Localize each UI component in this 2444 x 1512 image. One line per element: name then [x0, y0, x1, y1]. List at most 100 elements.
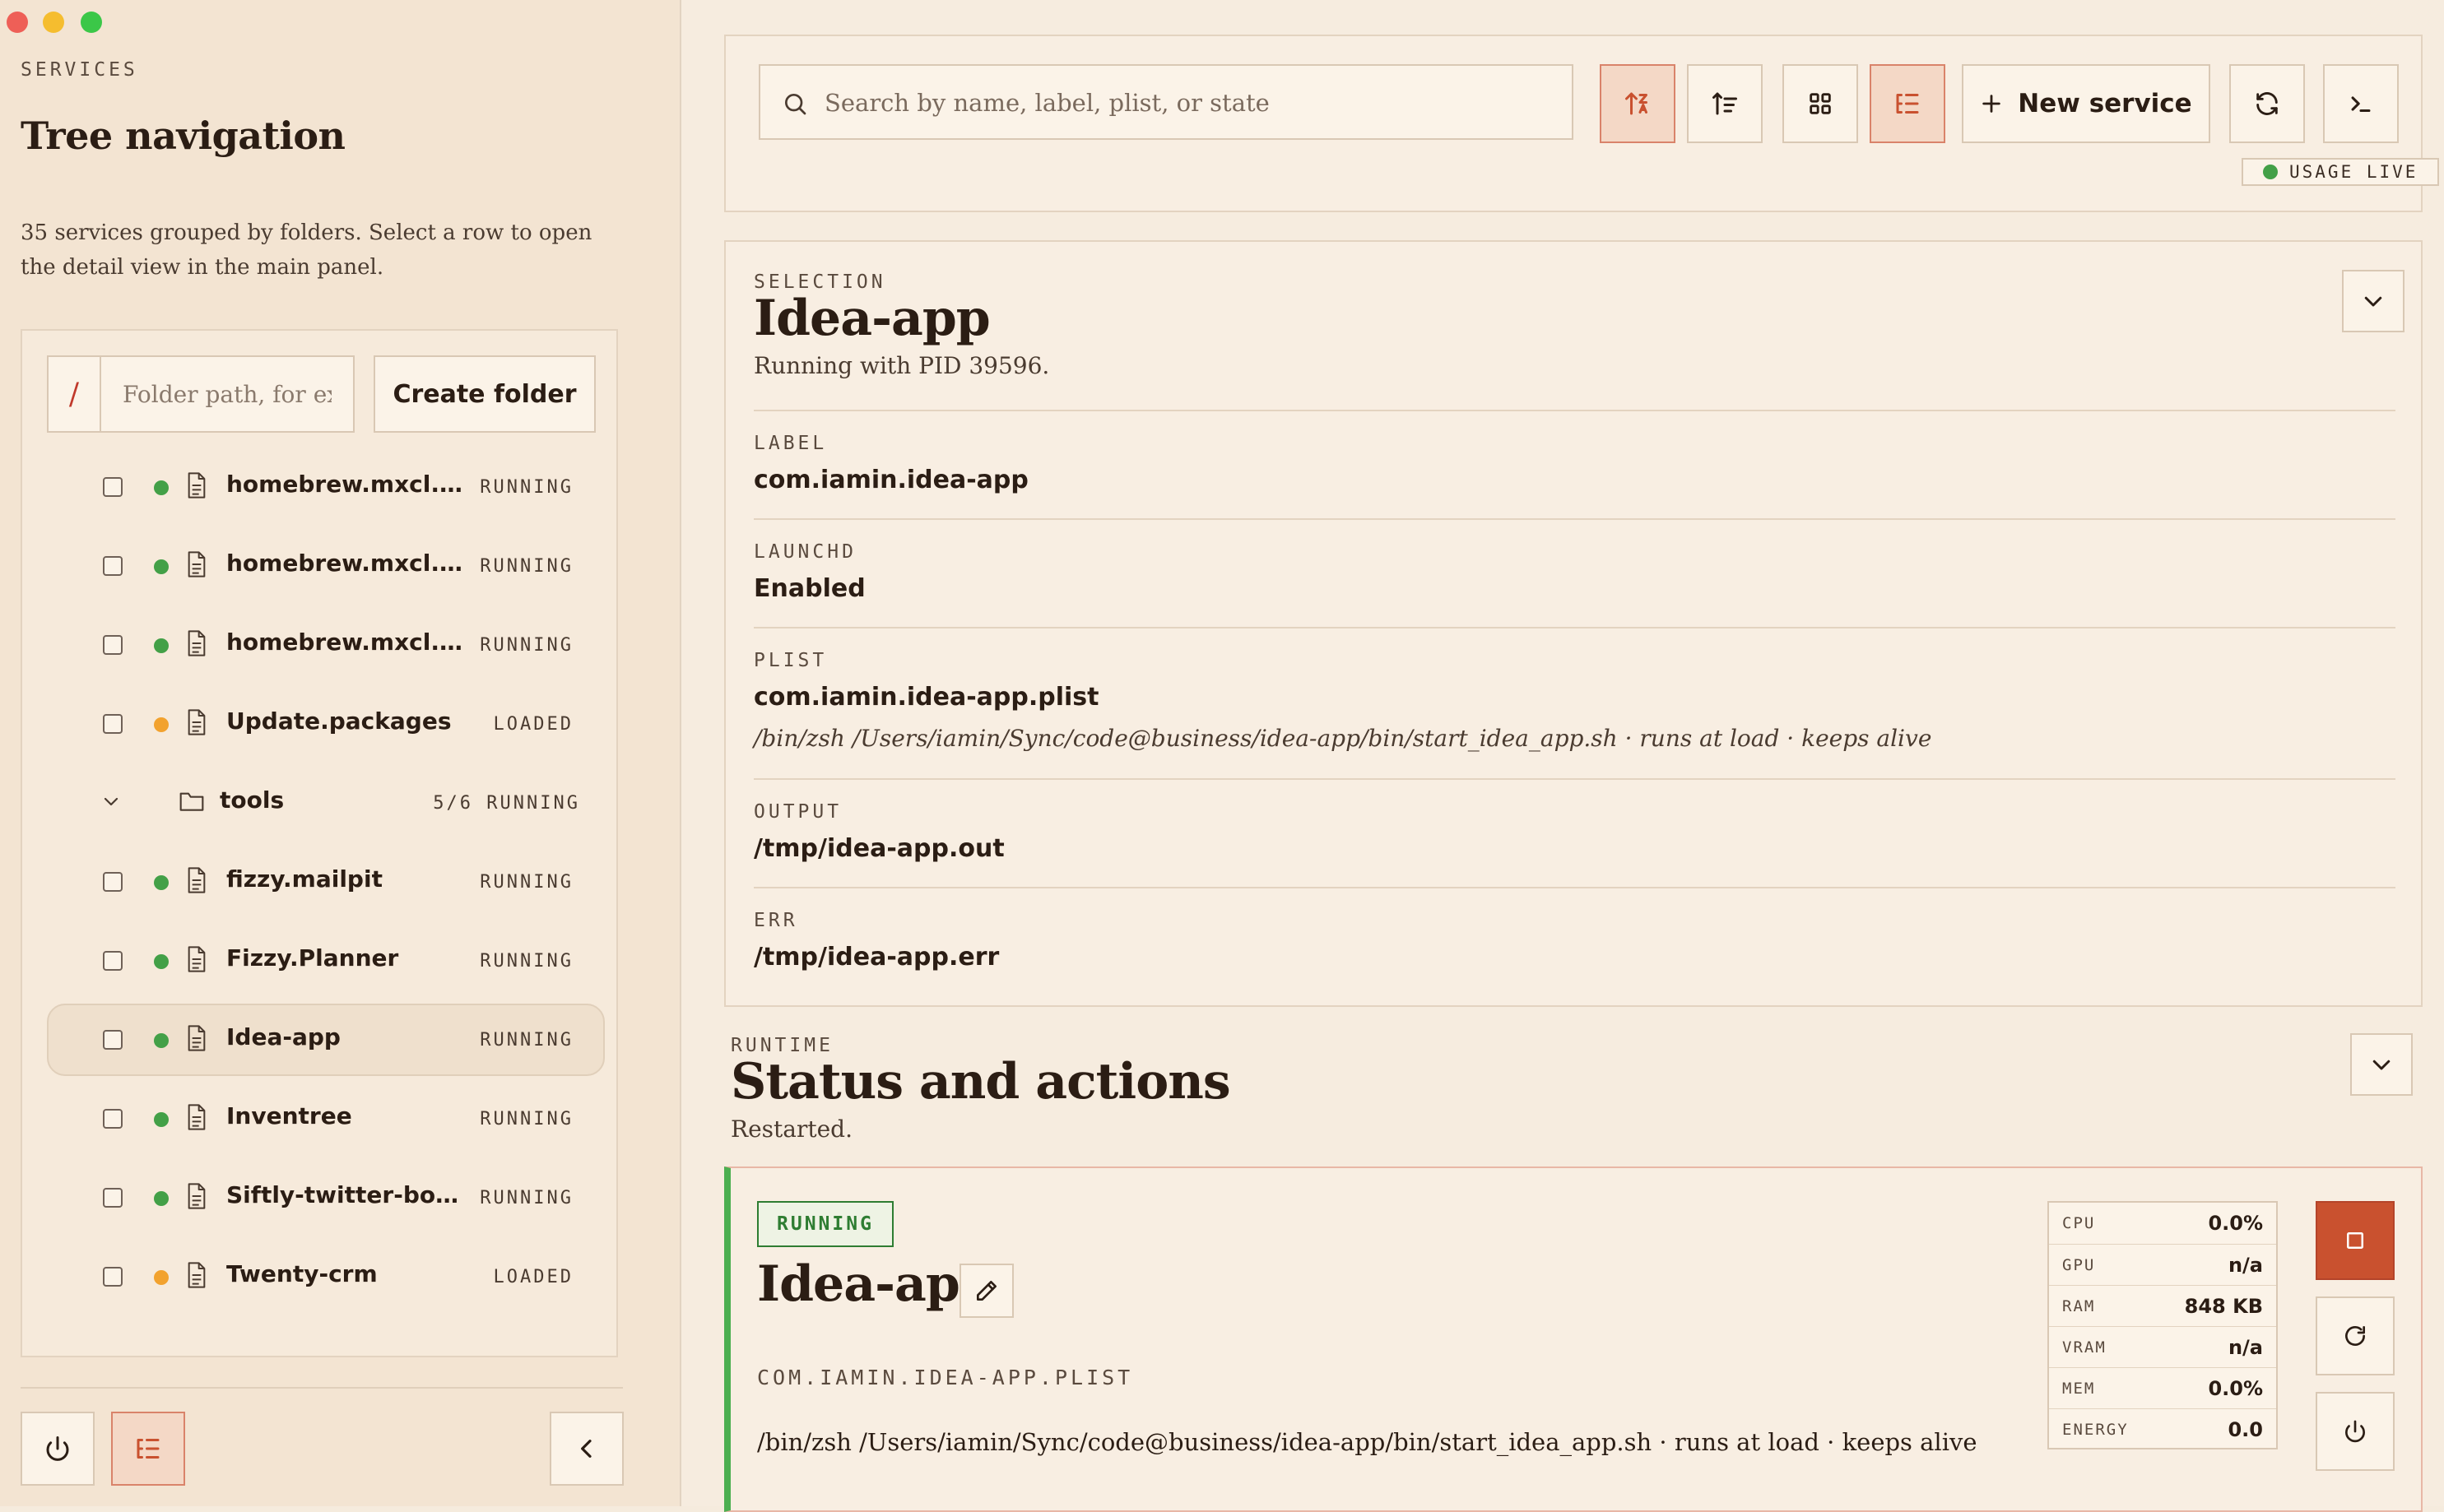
- status-dot-icon: [154, 1270, 169, 1285]
- metric-name: MEM: [2062, 1379, 2096, 1398]
- grid-view-button[interactable]: [1782, 64, 1858, 143]
- power-button[interactable]: [21, 1412, 95, 1486]
- sort-az-button[interactable]: [1600, 64, 1675, 143]
- tree-service-row[interactable]: Siftly-twitter-boo... RUNNING: [47, 1162, 605, 1234]
- status-card: RUNNING Idea-app COM.IAMIN.IDEA-APP.PLIS…: [724, 1166, 2423, 1512]
- row-checkbox[interactable]: [103, 1109, 123, 1129]
- zoom-window-button[interactable]: [81, 12, 102, 33]
- err-value: /tmp/idea-app.err: [754, 943, 1000, 972]
- service-state: RUNNING: [480, 1188, 574, 1208]
- status-dot-icon: [154, 1191, 169, 1206]
- output-value: /tmp/idea-app.out: [754, 834, 1005, 863]
- metric-value: n/a: [2228, 1253, 2263, 1277]
- status-dot-icon: [154, 954, 169, 969]
- refresh-icon: [2256, 92, 2278, 115]
- tree-service-row[interactable]: Twenty-crm LOADED: [47, 1241, 605, 1313]
- plist-value: com.iamin.idea-app.plist: [754, 683, 1099, 712]
- row-checkbox[interactable]: [103, 951, 123, 971]
- row-checkbox[interactable]: [103, 1030, 123, 1050]
- usage-live-label: USAGE LIVE: [2289, 162, 2418, 182]
- service-name: Inventree: [226, 1102, 352, 1129]
- tree-service-row[interactable]: fizzy.mailpit RUNNING: [47, 846, 605, 918]
- search-box[interactable]: [759, 64, 1573, 140]
- metric-row: ENERGY 0.0: [2049, 1408, 2276, 1449]
- plist-field: PLIST com.iamin.idea-app.plist /bin/zsh …: [754, 650, 2395, 752]
- row-checkbox[interactable]: [103, 477, 123, 497]
- stop-button[interactable]: [2316, 1201, 2395, 1280]
- service-name: Twenty-crm: [226, 1260, 378, 1287]
- service-state: RUNNING: [480, 635, 574, 656]
- row-checkbox[interactable]: [103, 556, 123, 576]
- row-checkbox[interactable]: [103, 635, 123, 655]
- folder-path-input[interactable]: [100, 355, 355, 433]
- sidebar-title: Tree navigation: [21, 114, 346, 158]
- file-icon: [188, 1025, 206, 1051]
- service-name: fizzy.mailpit: [226, 865, 383, 893]
- terminal-icon: [2351, 96, 2371, 113]
- search-icon: [785, 94, 806, 115]
- service-name: homebrew.mxcl.p...: [226, 550, 465, 577]
- tree-service-row[interactable]: Idea-app RUNNING: [47, 1004, 605, 1076]
- edit-service-button[interactable]: [959, 1264, 1014, 1318]
- restart-button[interactable]: [2316, 1296, 2395, 1375]
- file-icon: [188, 867, 206, 893]
- unload-button[interactable]: [2316, 1392, 2395, 1471]
- tree-service-row[interactable]: Inventree RUNNING: [47, 1083, 605, 1155]
- field-label: LAUNCHD: [754, 541, 857, 563]
- row-checkbox[interactable]: [103, 714, 123, 734]
- divider: [754, 410, 2395, 411]
- row-checkbox[interactable]: [103, 1267, 123, 1287]
- grid-icon: [1810, 93, 1831, 114]
- launchd-value: Enabled: [754, 574, 866, 603]
- label-value: com.iamin.idea-app: [754, 466, 1029, 494]
- terminal-button[interactable]: [2323, 64, 2399, 143]
- close-window-button[interactable]: [7, 12, 28, 33]
- search-input[interactable]: [823, 66, 1550, 140]
- chevron-down-icon[interactable]: [100, 791, 123, 811]
- row-checkbox[interactable]: [103, 872, 123, 892]
- service-name: Siftly-twitter-boo...: [226, 1181, 465, 1208]
- collapse-runtime-button[interactable]: [2350, 1033, 2413, 1096]
- main-panel: New service USAGE LIVE SELECTION Idea-ap…: [681, 0, 2444, 1512]
- service-name: Idea-app: [226, 1023, 341, 1051]
- service-state: LOADED: [493, 1267, 574, 1287]
- live-dot-icon: [2263, 165, 2278, 179]
- tree-list-icon: [137, 1439, 160, 1459]
- plus-icon: [1982, 95, 2001, 113]
- power-icon: [46, 1436, 69, 1461]
- create-folder-button[interactable]: Create folder: [374, 355, 596, 433]
- collapse-selection-button[interactable]: [2342, 270, 2405, 332]
- tree-service-row[interactable]: Fizzy.Planner RUNNING: [47, 925, 605, 997]
- tree-view-toggle-button[interactable]: [1870, 64, 1945, 143]
- new-service-button[interactable]: New service: [1962, 64, 2210, 143]
- file-icon: [188, 630, 206, 656]
- restart-icon: [2345, 1326, 2365, 1346]
- file-icon: [188, 1183, 206, 1209]
- refresh-button[interactable]: [2229, 64, 2305, 143]
- sidebar-divider: [21, 1387, 623, 1389]
- label-field: LABEL com.iamin.idea-app: [754, 433, 2395, 494]
- folder-name: tools: [220, 786, 285, 814]
- divider: [754, 887, 2395, 888]
- chevron-left-icon: [581, 1440, 592, 1458]
- minimize-window-button[interactable]: [43, 12, 64, 33]
- sort-order-button[interactable]: [1687, 64, 1763, 143]
- output-field: OUTPUT /tmp/idea-app.out: [754, 801, 2395, 863]
- stop-icon: [2347, 1232, 2363, 1249]
- folder-count: 5/6 RUNNING: [433, 793, 580, 814]
- sidebar-description: 35 services grouped by folders. Select a…: [21, 220, 592, 280]
- status-dot-icon: [154, 875, 169, 890]
- service-state: RUNNING: [480, 1109, 574, 1129]
- row-checkbox[interactable]: [103, 1188, 123, 1208]
- tree-service-row[interactable]: homebrew.mxcl.php RUNNING: [47, 451, 605, 523]
- tree-service-row[interactable]: Update.packages LOADED: [47, 688, 605, 760]
- metric-name: ENERGY: [2062, 1420, 2129, 1439]
- collapse-sidebar-button[interactable]: [550, 1412, 624, 1486]
- tree-folder-row[interactable]: tools 5/6 RUNNING: [47, 767, 605, 839]
- selection-title: Idea-app: [754, 290, 991, 347]
- tree-service-row[interactable]: homebrew.mxcl.p... RUNNING: [47, 530, 605, 602]
- selection-card: SELECTION Idea-app Running with PID 3959…: [724, 240, 2423, 1007]
- folder-path-prefix: /: [47, 355, 100, 433]
- tree-view-button[interactable]: [111, 1412, 185, 1486]
- tree-service-row[interactable]: homebrew.mxcl.re... RUNNING: [47, 609, 605, 681]
